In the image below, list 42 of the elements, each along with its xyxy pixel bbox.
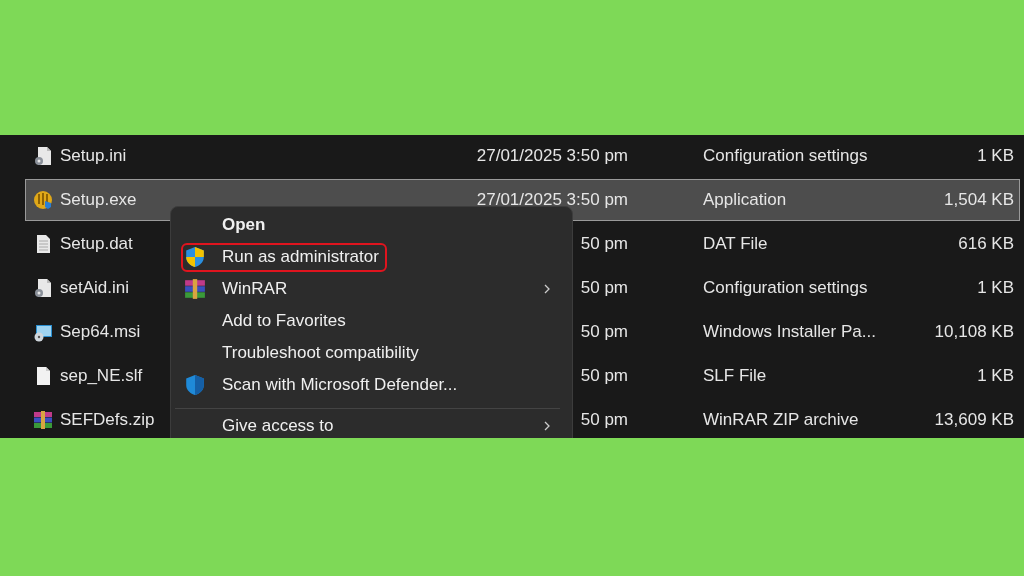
shield-icon [184, 246, 206, 268]
file-type: DAT File [703, 234, 768, 253]
date-modified: 50 pm [580, 322, 628, 341]
settings-file-icon [33, 146, 53, 166]
archive-books-icon [184, 278, 206, 300]
file-size: 1 KB [977, 146, 1014, 165]
file-size: 13,609 KB [934, 410, 1014, 429]
file-name[interactable]: sep_NE.slf [60, 366, 143, 386]
file-type: Configuration settings [703, 146, 868, 165]
menu-item[interactable]: Give access to [171, 410, 572, 438]
archive-books-icon [33, 410, 53, 430]
file-size: 1,504 KB [944, 190, 1014, 209]
file-type: WinRAR ZIP archive [703, 410, 859, 429]
file-type: Windows Installer Pa... [703, 322, 876, 341]
file-name[interactable]: setAid.ini [60, 278, 129, 298]
menu-item[interactable]: Troubleshoot compatibility [171, 337, 572, 369]
file-size: 1 KB [977, 366, 1014, 385]
file-type: Configuration settings [703, 278, 868, 297]
date-modified: 50 pm [580, 410, 628, 429]
monitor-disc-icon [33, 322, 53, 342]
file-name[interactable]: Setup.dat [60, 234, 133, 254]
date-modified: 50 pm [580, 278, 628, 297]
file-type: Application [703, 190, 787, 209]
file-name[interactable]: Setup.exe [60, 190, 137, 210]
date-modified: 50 pm [580, 234, 628, 253]
shield-icon [184, 374, 206, 396]
date-modified: 27/01/2025 3:50 pm [476, 146, 628, 165]
date-modified: 27/01/2025 3:50 pm [476, 190, 628, 209]
installer-icon [33, 190, 53, 210]
menu-item[interactable]: Add to Favorites [171, 305, 572, 337]
file-name[interactable]: SEFDefs.zip [60, 410, 155, 430]
settings-file-icon [33, 278, 53, 298]
file-size: 616 KB [958, 234, 1014, 253]
file-type: SLF File [703, 366, 767, 385]
file-size: 1 KB [977, 278, 1014, 297]
file-name[interactable]: Setup.ini [60, 146, 127, 166]
menu-item[interactable]: WinRAR [171, 273, 572, 305]
file-name[interactable]: Sep64.msi [60, 322, 141, 342]
date-modified: 50 pm [580, 366, 628, 385]
menu-item[interactable]: Run as administrator [171, 241, 572, 273]
file-size: 10,108 KB [934, 322, 1014, 341]
menu-item[interactable]: Scan with Microsoft Defender... [171, 369, 572, 401]
